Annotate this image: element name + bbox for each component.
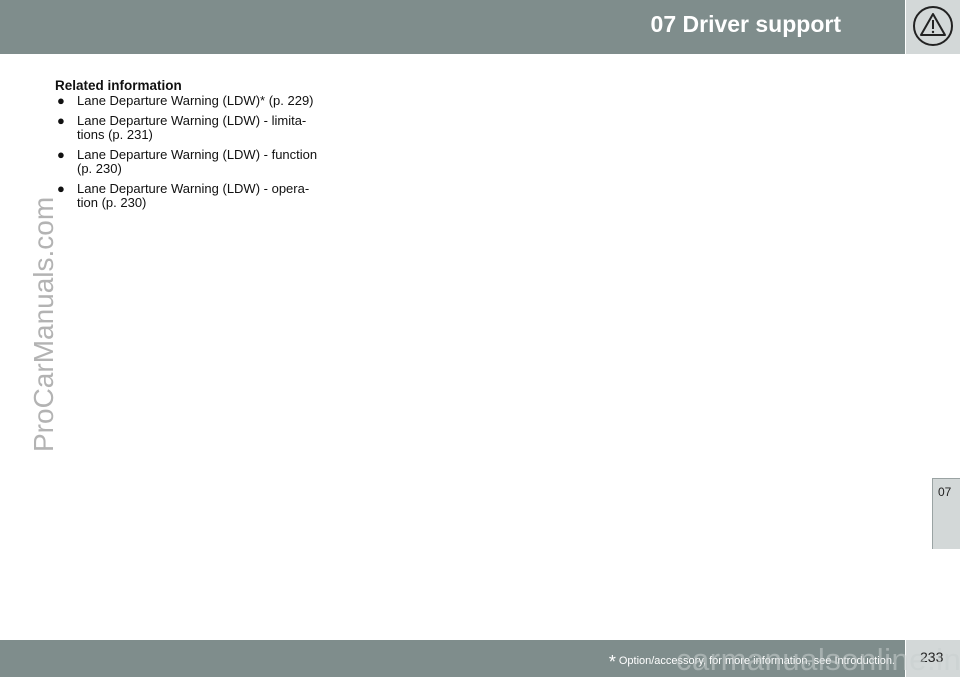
warning-triangle-icon — [913, 6, 953, 46]
list-item-line2: tion (p. 230) — [77, 195, 147, 210]
related-information: Related information ● Lane Departure War… — [55, 78, 325, 216]
related-links-list: ● Lane Departure Warning (LDW)* (p. 229)… — [55, 94, 325, 210]
list-item-line1: Lane Departure Warning (LDW) - opera- — [77, 181, 310, 196]
list-item-line1: Lane Departure Warning (LDW) - limita- — [77, 113, 307, 128]
chapter-header: 07 Driver support — [0, 0, 905, 54]
list-item[interactable]: ● Lane Departure Warning (LDW) - limita-… — [55, 114, 325, 142]
asterisk-mark: * — [608, 652, 616, 672]
bullet-icon: ● — [57, 113, 65, 128]
side-tab-label: 07 — [938, 485, 952, 499]
list-item[interactable]: ● Lane Departure Warning (LDW)* (p. 229) — [55, 94, 325, 108]
bullet-icon: ● — [57, 181, 65, 196]
list-item-line2: (p. 230) — [77, 161, 122, 176]
chapter-side-tab[interactable]: 07 — [932, 478, 960, 549]
bullet-icon: ● — [57, 93, 65, 108]
bullet-icon: ● — [57, 147, 65, 162]
list-item-line1: Lane Departure Warning (LDW)* (p. 229) — [77, 93, 314, 108]
section-heading: Related information — [55, 78, 182, 93]
chapter-title: 07 Driver support — [650, 11, 841, 37]
bottom-watermark: carmanualsonline.info — [676, 642, 960, 677]
side-watermark: ProCarManuals.com — [28, 196, 59, 452]
list-item-line2: tions (p. 231) — [77, 127, 153, 142]
chapter-icon-box — [906, 0, 960, 54]
list-item[interactable]: ● Lane Departure Warning (LDW) - functio… — [55, 148, 325, 176]
list-item-line1: Lane Departure Warning (LDW) - function — [77, 147, 318, 162]
list-item[interactable]: ● Lane Departure Warning (LDW) - opera- … — [55, 182, 325, 210]
